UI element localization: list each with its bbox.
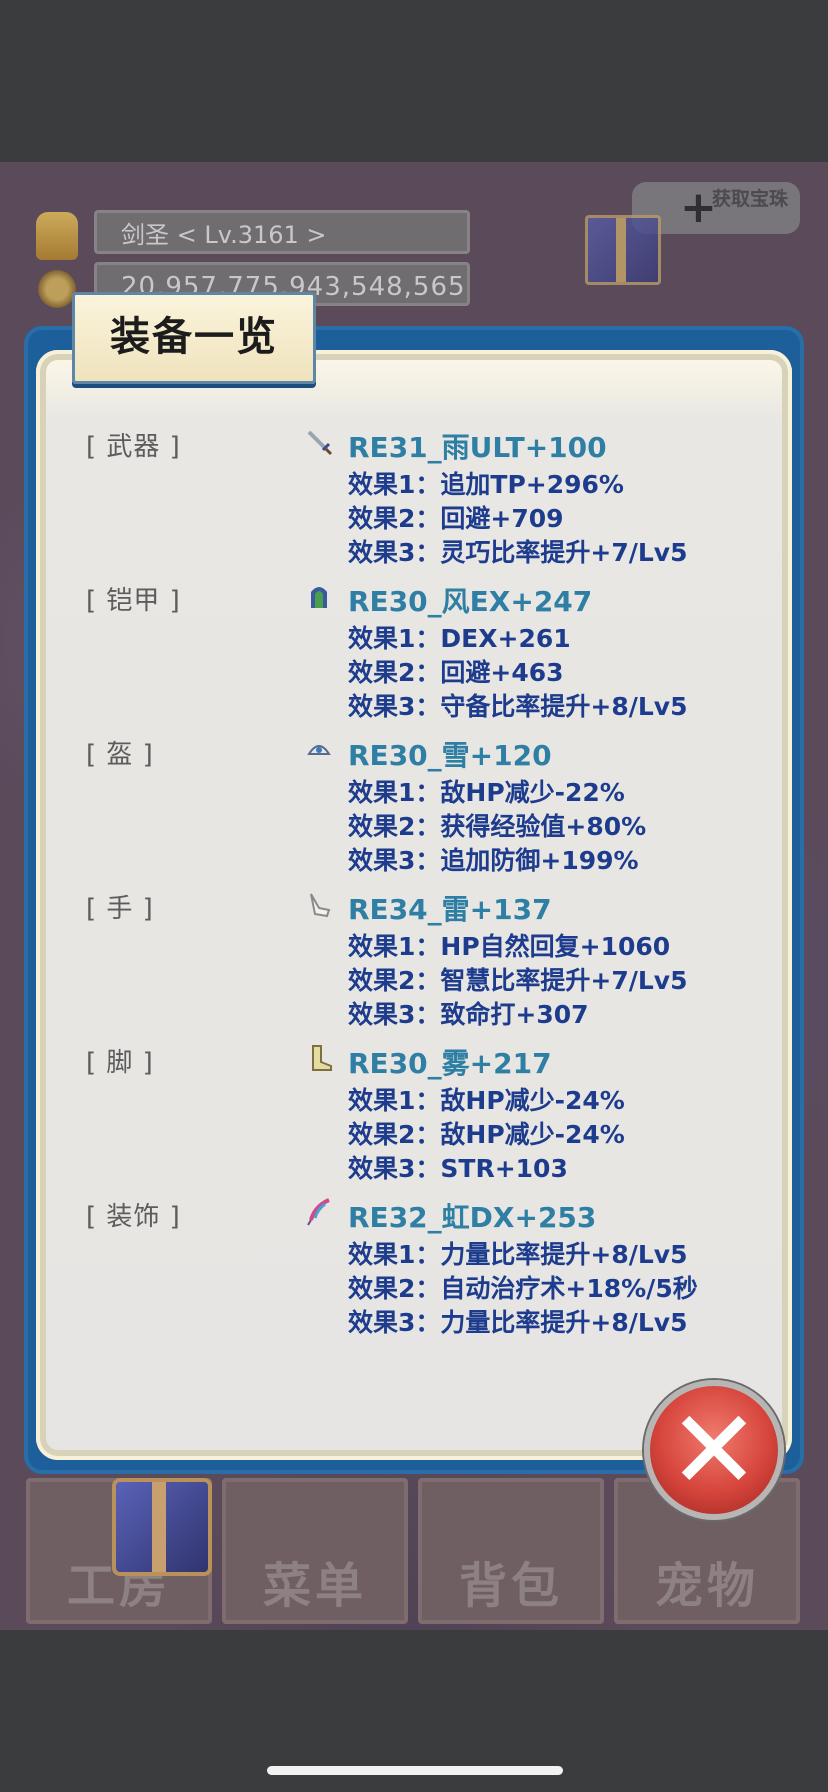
item-effect: 效果2：自动治疗术+18%/5秒 [348,1274,698,1303]
item-effect: 效果2：回避+709 [348,504,564,533]
item-effect: 效果1：DEX+261 [348,624,571,653]
modal-title: 装备一览 [110,314,278,360]
item-effect: 效果3：致命打+307 [348,1000,589,1029]
item-effect: 效果2：获得经验值+80% [348,812,647,841]
close-button[interactable]: ✕ [644,1380,784,1520]
feather-icon [305,1198,333,1226]
item-name: RE34_雷+137 [348,893,552,926]
item-name: RE30_雪+120 [348,739,552,772]
item-effect: 效果3：灵巧比率提升+7/Lv5 [348,538,688,567]
item-effect: 效果2：敌HP减少-24% [348,1120,625,1149]
item-effect: 效果3：力量比率提升+8/Lv5 [348,1308,688,1337]
item-effect: 效果2：智慧比率提升+7/Lv5 [348,966,688,995]
nav-pet-label: 宠物 [654,1558,759,1614]
item-effect: 效果1：敌HP减少-22% [348,778,625,807]
status-bar-area [0,0,828,162]
item-name: RE30_风EX+247 [348,585,593,618]
slot-label-accessory: [ 装饰 ] [86,1202,181,1232]
player-avatar [36,212,78,260]
slot-label-hand: [ 手 ] [86,894,154,924]
slot-label-helmet: [ 盔 ] [86,740,154,770]
modal-title-box: 装备一览 [72,292,316,384]
nav-menu-button[interactable]: 菜单 [222,1478,408,1624]
item-name: RE30_雾+217 [348,1047,552,1080]
item-effect: 效果1：敌HP减少-24% [348,1086,625,1115]
player-name-level: 剑圣 < Lv.3161 > [94,210,470,254]
gift-box-icon[interactable] [585,215,661,285]
item-effect: 效果3：守备比率提升+8/Lv5 [348,692,688,721]
glove-icon [305,890,333,918]
slot-label-foot: [ 脚 ] [86,1048,154,1078]
nav-bag-button[interactable]: 背包 [418,1478,604,1624]
slot-label-weapon: [ 武器 ] [86,432,181,462]
item-effect: 效果1：HP自然回复+1060 [348,932,671,961]
item-effect: 效果3：STR+103 [348,1154,568,1183]
gift-box-icon[interactable] [112,1478,212,1576]
sword-icon [305,428,333,456]
gold-coin-icon [38,270,76,308]
item-name: RE32_虹DX+253 [348,1201,597,1234]
item-effect: 效果1：追加TP+296% [348,470,624,499]
boot-icon [305,1044,333,1072]
nav-menu-label: 菜单 [262,1558,367,1614]
plus-icon: + [680,182,717,233]
item-effect: 效果3：追加防御+199% [348,846,639,875]
item-name: RE31_雨ULT+100 [348,431,607,464]
item-effect: 效果2：回避+463 [348,658,564,687]
armor-icon [305,582,333,610]
slot-label-armor: [ 铠甲 ] [86,586,181,616]
item-effect: 效果1：力量比率提升+8/Lv5 [348,1240,688,1269]
close-icon: ✕ [667,1386,761,1514]
nav-bag-label: 背包 [458,1558,563,1614]
home-indicator[interactable] [267,1766,563,1775]
helmet-icon [305,736,333,764]
